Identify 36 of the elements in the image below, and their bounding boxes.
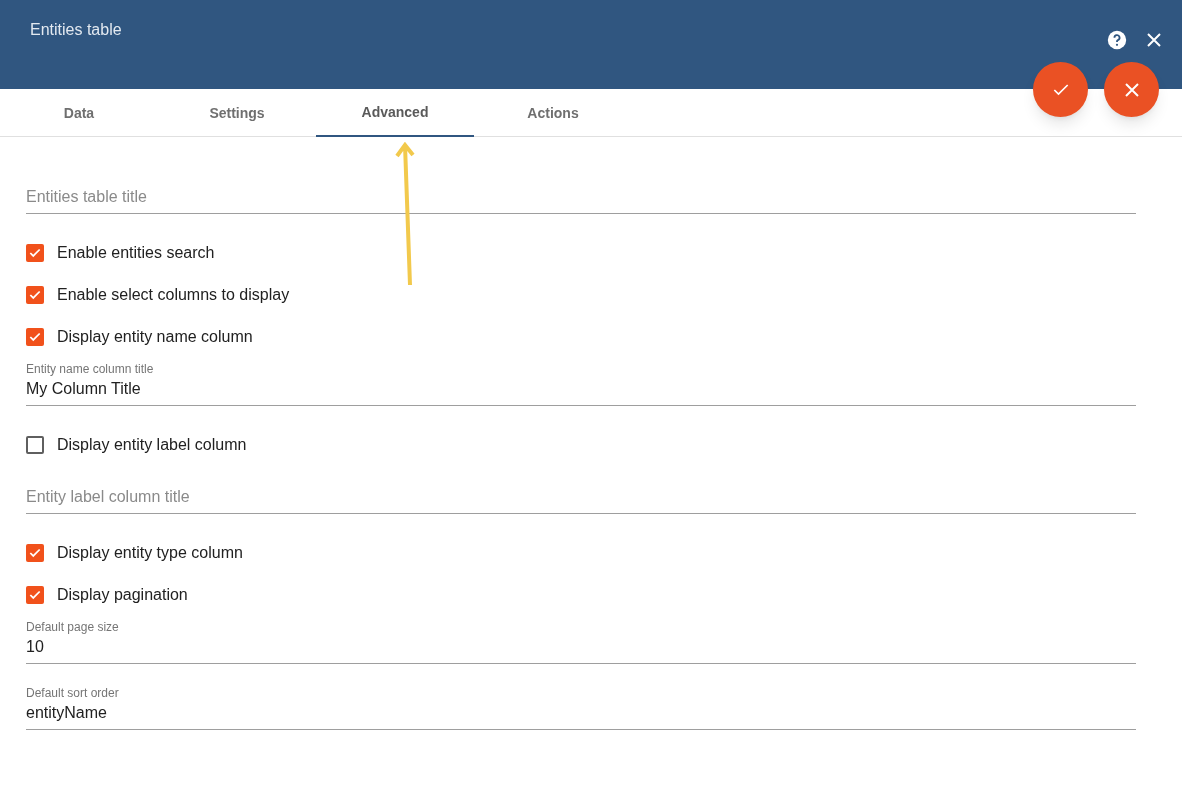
field-value[interactable]: My Column Title — [26, 377, 1136, 405]
window-title: Entities table — [30, 20, 122, 38]
field-value[interactable]: 10 — [26, 635, 1136, 663]
help-icon[interactable] — [1106, 29, 1128, 51]
checkbox-label: Enable select columns to display — [57, 285, 290, 305]
checkbox[interactable] — [26, 328, 44, 346]
close-icon[interactable] — [1146, 32, 1162, 48]
checkbox[interactable] — [26, 544, 44, 562]
checkbox[interactable] — [26, 436, 44, 454]
field-label: Default page size — [26, 619, 120, 635]
checkbox-label: Display entity label column — [57, 435, 247, 455]
checkbox-label: Display entity type column — [57, 543, 243, 563]
tab[interactable]: Actions — [474, 89, 632, 137]
tab[interactable]: Settings — [158, 89, 316, 137]
text-field[interactable]: Default sort order entityName — [26, 682, 1136, 730]
check-icon — [28, 546, 42, 560]
text-field[interactable]: Default page size 10 — [26, 616, 1136, 664]
checkbox[interactable] — [26, 244, 44, 262]
text-field[interactable]: Entities table title — [26, 184, 1136, 214]
checkbox-label: Enable entities search — [57, 243, 215, 263]
checkbox-label: Display entity name column — [57, 327, 253, 347]
check-icon — [28, 330, 42, 344]
tab[interactable]: Data — [0, 89, 158, 137]
check-icon — [28, 588, 42, 602]
field-label: Entity name column title — [26, 361, 155, 377]
check-icon — [28, 288, 42, 302]
text-field[interactable]: Entity label column title — [26, 484, 1136, 514]
checkbox[interactable] — [26, 586, 44, 604]
tab[interactable]: Advanced — [316, 89, 474, 137]
checkbox-label: Display pagination — [57, 585, 188, 605]
checkbox[interactable] — [26, 286, 44, 304]
field-label: Default sort order — [26, 685, 120, 701]
check-icon — [28, 246, 42, 260]
field-value[interactable]: entityName — [26, 701, 1136, 729]
close-icon — [1123, 81, 1140, 98]
text-field[interactable]: Entity name column title My Column Title — [26, 358, 1136, 406]
